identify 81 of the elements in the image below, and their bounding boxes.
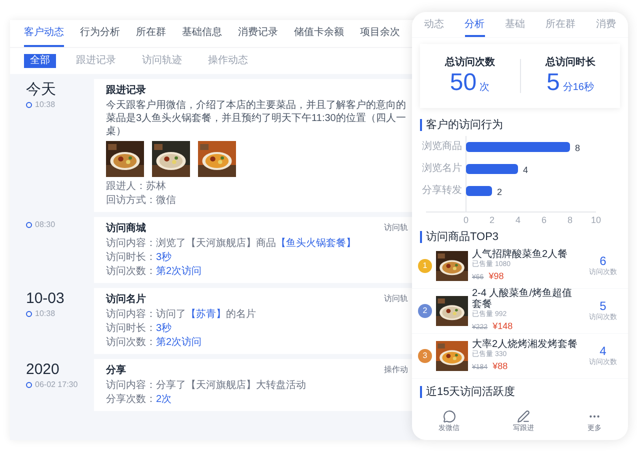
product-name: 大率2人烧烤湘发烤套餐 <box>472 338 579 350</box>
bar <box>466 164 518 174</box>
record-type: 访问轨 <box>384 222 408 234</box>
visit-count: 5 <box>600 298 606 313</box>
field-text: 访问时长：3秒 <box>106 251 173 264</box>
chat-icon <box>442 410 456 422</box>
filter-tab[interactable]: 跟进记录 <box>70 54 122 68</box>
link[interactable]: 第2次访问 <box>156 337 202 348</box>
tab[interactable]: 储值卡余额 <box>294 26 344 47</box>
field-text: 访问内容：访问了【苏青】的名片 <box>106 308 257 321</box>
medal-icon: 2 <box>418 304 432 318</box>
visit-count: 4 <box>600 344 606 358</box>
stat-label: 总访问次数 <box>444 56 495 68</box>
category-label: 浏览名片 <box>422 163 462 174</box>
link[interactable]: 2次 <box>156 394 172 405</box>
tab[interactable]: 项目余次 <box>360 26 400 47</box>
stat-unit: 次 <box>480 80 490 94</box>
axis-tick-label: 10 <box>591 215 601 225</box>
record-type: 访问轨 <box>384 293 408 305</box>
link[interactable]: 3秒 <box>156 323 172 334</box>
field-text: 回访方式：微信 <box>106 194 177 207</box>
field-text: 分享次数：2次 <box>106 393 173 406</box>
record-type: 操作动 <box>384 364 408 376</box>
time-label: 10:38 <box>35 308 56 320</box>
filter-tab[interactable]: 访问轨迹 <box>136 54 188 68</box>
tab[interactable]: 所在群 <box>136 26 166 47</box>
bar <box>466 186 492 196</box>
tab[interactable]: 消费记录 <box>238 26 278 47</box>
date-label: 10-03 <box>26 290 66 308</box>
link[interactable]: 3秒 <box>156 252 172 263</box>
tab[interactable]: 分析 <box>464 18 484 37</box>
link[interactable]: 【苏青】 <box>186 309 226 320</box>
value-label: 2 <box>497 187 502 197</box>
pen-icon <box>516 410 530 422</box>
section-title: 近15天访问活跃度 <box>426 385 516 399</box>
note-text: 今天跟客户用微信，介绍了本店的主要菜品，并且了解客户的意向的菜品是3人鱼头火锅套餐，并且预约了明天下午11:30的位置（四人一桌） <box>106 99 407 138</box>
price: ¥98 <box>488 270 504 283</box>
medal-icon: 1 <box>418 259 432 273</box>
axis-tick-label: 8 <box>568 215 572 225</box>
product-name: 2-4 人酸菜鱼/烤鱼超值套餐 <box>472 288 574 310</box>
stat-value: 50 <box>450 68 477 96</box>
field-text: 访问次数：第2次访问 <box>106 336 203 349</box>
filter-tab[interactable]: 全部 <box>24 54 56 68</box>
section-title: 客户的访问行为 <box>426 118 503 132</box>
axis-tick-label: 2 <box>490 215 494 225</box>
value-label: 8 <box>575 143 580 153</box>
card-title: 访问商城 <box>106 222 146 236</box>
time-label: 08:30 <box>35 219 56 231</box>
category-label: 浏览商品 <box>422 141 462 152</box>
link[interactable]: 【鱼头火锅套餐】 <box>276 238 356 249</box>
axis-tick-label: 6 <box>542 215 546 225</box>
field-text: 访问次数：第2次访问 <box>106 265 203 278</box>
stat-unit: 分16秒 <box>562 80 594 94</box>
price: ¥148 <box>492 320 513 334</box>
axis-tick-label: 0 <box>464 215 468 225</box>
field-text: 访问时长：3秒 <box>106 322 173 335</box>
time-label: 10:38 <box>35 99 56 111</box>
tab[interactable]: 行为分析 <box>80 26 120 47</box>
link[interactable]: 第2次访问 <box>156 266 202 277</box>
tab[interactable]: 基础信息 <box>182 26 222 47</box>
date-label: 今天 <box>26 81 57 99</box>
field-text: 访问内容：浏览了【天河旗舰店】商品【鱼头火锅套餐】 <box>106 237 357 250</box>
stat-label: 总访问时长 <box>545 56 596 68</box>
field-text: 跟进人：苏林 <box>106 180 167 193</box>
stat-value: 5 <box>546 68 560 96</box>
card-title: 跟进记录 <box>106 84 146 98</box>
product-name: 人气招牌酸菜鱼2人餐 <box>472 248 569 260</box>
tab[interactable]: 消费 <box>596 18 616 37</box>
time-label: 06-02 17:30 <box>35 379 78 391</box>
value-label: 4 <box>523 165 528 175</box>
date-label: 2020 <box>26 361 60 379</box>
axis-tick-label: 4 <box>516 215 520 225</box>
category-label: 分享转发 <box>422 185 462 196</box>
card-title: 访问名片 <box>106 293 146 307</box>
card-title: 分享 <box>106 364 126 378</box>
medal-icon: 3 <box>418 349 432 363</box>
price: ¥88 <box>492 360 508 373</box>
section-title: 访问商品TOP3 <box>426 230 499 244</box>
visit-count: 6 <box>600 254 606 268</box>
tab[interactable]: 客户动态 <box>24 26 64 47</box>
field-text: 访问内容：分享了【天河旗舰店】大转盘活动 <box>106 379 307 392</box>
